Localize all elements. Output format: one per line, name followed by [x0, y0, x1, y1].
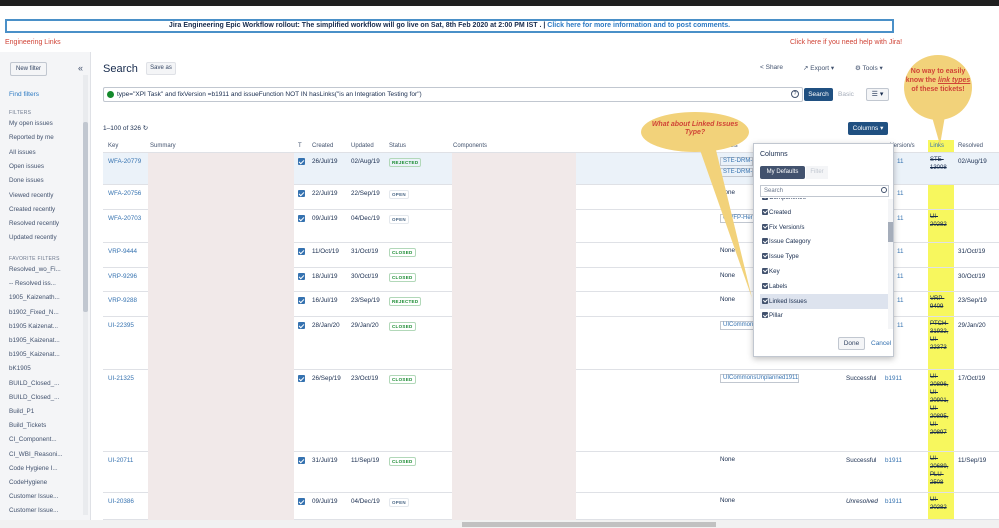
callout-pointers: [700, 110, 946, 298]
callout-linked-issues: What about Linked Issues Type?: [641, 112, 749, 152]
horizontal-scroll-thumb[interactable]: [462, 522, 716, 527]
callout-pointer-linked-issues: [700, 150, 752, 298]
callout-link-types: No way to easily know the link types of …: [904, 55, 972, 120]
